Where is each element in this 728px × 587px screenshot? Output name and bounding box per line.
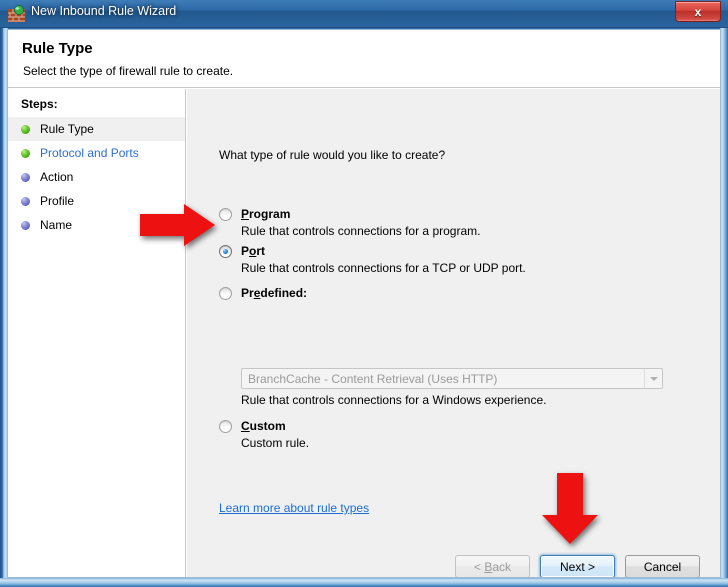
program-radio[interactable] — [219, 208, 232, 221]
steps-sidebar: Steps: Rule Type Protocol and Ports Acti… — [8, 89, 186, 577]
back-button[interactable]: < Back — [455, 555, 530, 577]
step-bullet-icon — [21, 148, 30, 158]
predefined-combobox-value: BranchCache - Content Retrieval (Uses HT… — [248, 372, 498, 386]
option-custom-label: Custom — [241, 419, 286, 433]
wizard-client-area: Rule Type Select the type of firewall ru… — [7, 29, 721, 578]
option-predefined-description: Rule that controls connections for a Win… — [241, 393, 547, 407]
port-radio[interactable] — [219, 245, 232, 258]
page-subtitle: Select the type of firewall rule to crea… — [23, 64, 234, 78]
next-button-label: Next > — [559, 559, 595, 574]
next-button[interactable]: Next > — [540, 555, 615, 577]
step-bullet-icon — [21, 172, 30, 182]
step-bullet-icon — [21, 124, 30, 134]
window-title: New Inbound Rule Wizard — [31, 4, 177, 18]
cancel-button[interactable]: Cancel — [625, 555, 700, 577]
cancel-button-label: Cancel — [643, 559, 682, 574]
option-program-description: Rule that controls connections for a pro… — [241, 224, 481, 238]
step-bullet-icon — [21, 220, 30, 230]
close-button[interactable]: x — [675, 1, 721, 22]
sidebar-item-label: Action — [40, 170, 74, 184]
annotation-arrow-down — [540, 473, 600, 550]
firewall-icon — [8, 5, 25, 22]
title-bar[interactable]: New Inbound Rule Wizard x — [0, 0, 728, 28]
learn-more-link[interactable]: Learn more about rule types — [219, 501, 369, 515]
sidebar-item-label: Protocol and Ports — [40, 146, 139, 160]
sidebar-item-label: Profile — [40, 194, 75, 208]
option-program-label: Program — [241, 207, 291, 221]
window-border-left-inner — [0, 28, 3, 587]
back-button-label: < Back — [473, 559, 512, 574]
question-label: What type of rule would you like to crea… — [219, 148, 446, 162]
wizard-button-bar: < Back Next > Cancel — [187, 555, 720, 577]
annotation-arrow-right — [140, 203, 216, 252]
sidebar-item-label: Rule Type — [40, 122, 94, 136]
custom-radio[interactable] — [219, 420, 232, 433]
option-port-description: Rule that controls connections for a TCP… — [241, 261, 526, 275]
sidebar-item-protocol-and-ports[interactable]: Protocol and Ports — [8, 141, 185, 165]
option-predefined-label: Predefined: — [241, 286, 308, 300]
sidebar-item-action[interactable]: Action — [8, 165, 185, 189]
sidebar-item-rule-type[interactable]: Rule Type — [8, 117, 185, 141]
predefined-radio[interactable] — [219, 287, 232, 300]
step-bullet-icon — [21, 196, 30, 206]
option-custom-description: Custom rule. — [241, 436, 310, 450]
page-title: Rule Type — [22, 40, 93, 57]
predefined-combobox[interactable]: BranchCache - Content Retrieval (Uses HT… — [241, 368, 663, 389]
chevron-down-icon[interactable] — [644, 369, 662, 388]
sidebar-item-label: Name — [40, 218, 73, 232]
option-port-label: Port — [241, 244, 266, 258]
wizard-header: Rule Type Select the type of firewall ru… — [8, 30, 720, 88]
close-icon: x — [694, 4, 702, 19]
window-border-right — [720, 28, 728, 587]
window-border-bottom — [0, 578, 728, 587]
steps-heading: Steps: — [21, 97, 58, 111]
wizard-main-panel: What type of rule would you like to crea… — [187, 89, 720, 577]
wizard-window: New Inbound Rule Wizard x Rule Type Sele… — [0, 0, 728, 587]
